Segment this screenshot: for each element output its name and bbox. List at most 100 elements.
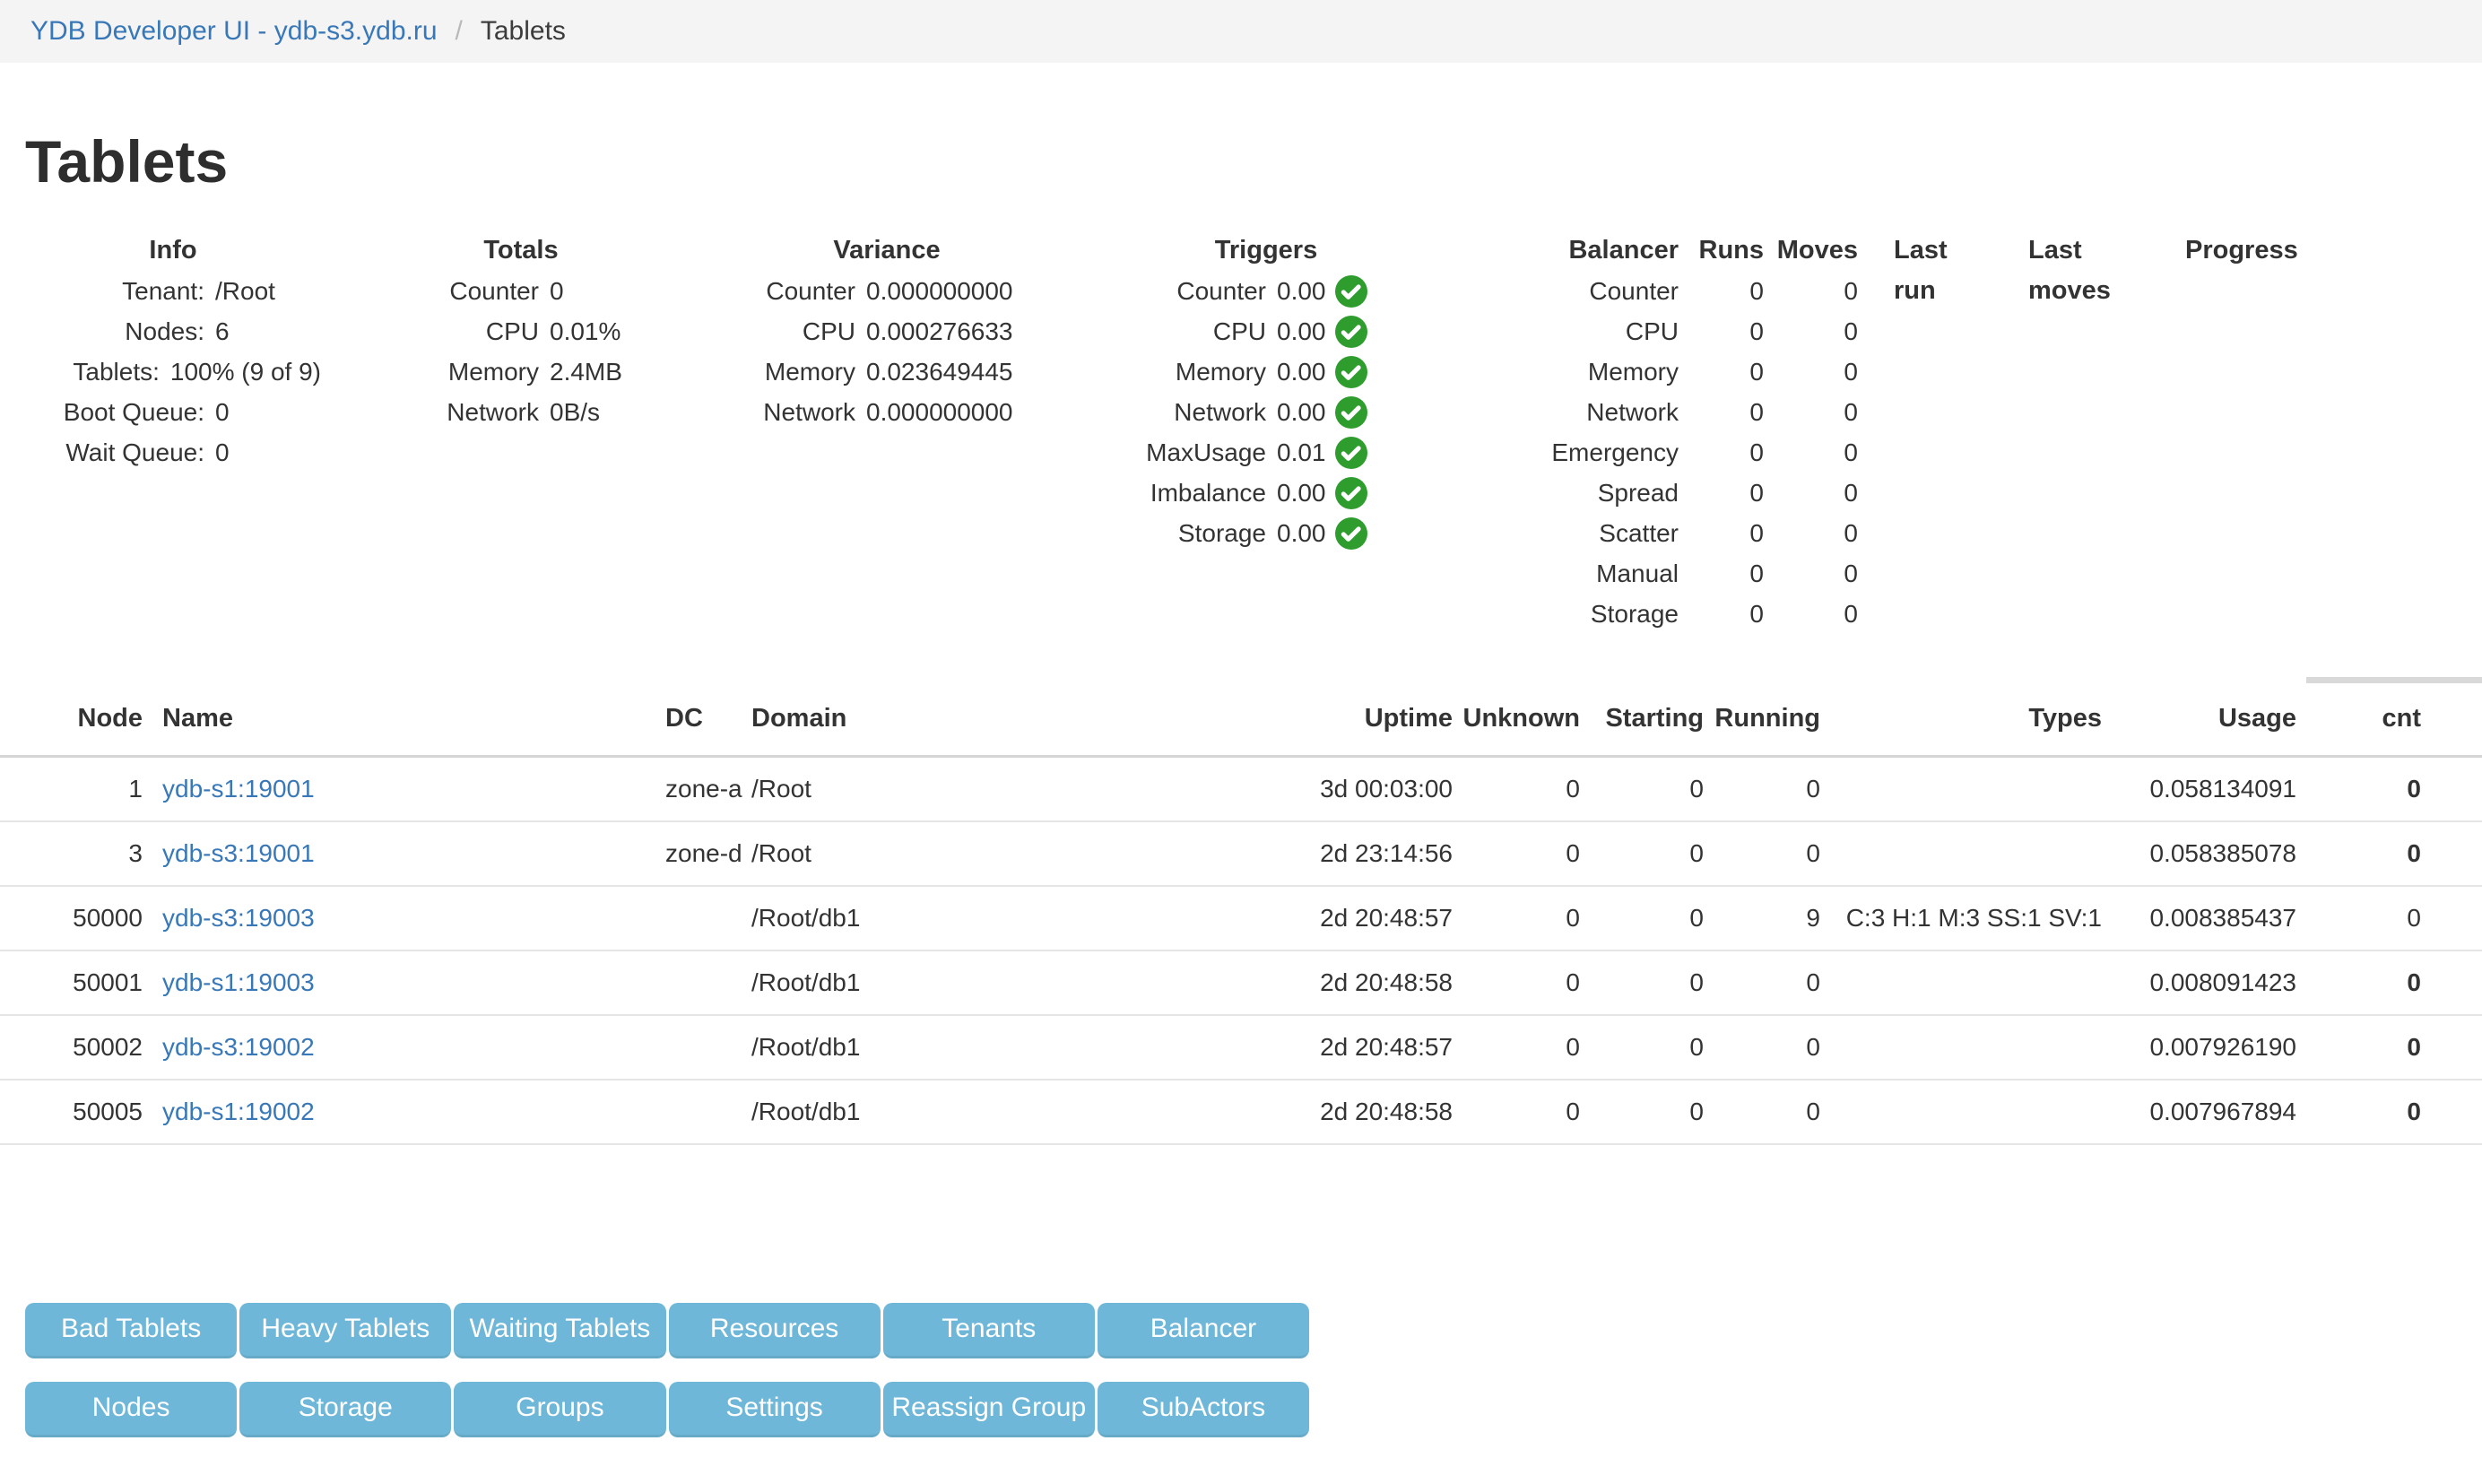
moves-col-header: Moves — [1764, 230, 1858, 271]
balancer-row-label: Storage — [1544, 594, 1679, 634]
name-cell: ydb-s1:19001 — [148, 756, 655, 821]
starting-cell: 0 — [1587, 756, 1704, 821]
balancer-row-label: Scatter — [1544, 513, 1679, 553]
balancer-row-lastmoves — [1992, 271, 2149, 311]
balancer-row-lastmoves — [1992, 513, 2149, 553]
totals-row: CPU 0.01% — [373, 311, 669, 351]
balancer-row-label: Manual — [1544, 553, 1679, 594]
name-cell: ydb-s1:19003 — [148, 950, 655, 1015]
tablet-node-link[interactable]: ydb-s3:19003 — [162, 904, 315, 932]
last-moves-col-header: Last moves — [1992, 230, 2149, 271]
tablet-node-link[interactable]: ydb-s3:19002 — [162, 1033, 315, 1061]
info-row-label: Tablets: — [25, 351, 160, 392]
node-cell: 50001 — [0, 950, 148, 1015]
tablet-node-link[interactable]: ydb-s1:19002 — [162, 1098, 315, 1125]
totals-row-value: 0 — [550, 271, 564, 311]
tablets-table: Node Name DC Domain Uptime Unknown Start… — [0, 690, 2482, 1145]
dc-cell — [655, 886, 744, 950]
balancer-panel-headers: Balancer Runs Moves Last run Last moves … — [1544, 230, 2275, 271]
trigger-row-value: 0.00 — [1277, 311, 1326, 351]
balancer-button[interactable]: Balancer — [1098, 1303, 1309, 1358]
balancer-row-label: Memory — [1544, 351, 1679, 392]
balancer-row-label: Spread — [1544, 473, 1679, 513]
balancer-row-progress — [2149, 351, 2275, 392]
info-row: Nodes: 6 — [25, 311, 321, 351]
balancer-row-runs: 0 — [1679, 553, 1764, 594]
nodes-button[interactable]: Nodes — [25, 1382, 237, 1437]
info-panel-header: Info — [25, 230, 321, 271]
starting-col-header: Starting — [1587, 690, 1704, 756]
balancer-row-progress — [2149, 553, 2275, 594]
table-row: 50001 ydb-s1:19003 /Root/db1 2d 20:48:58… — [0, 950, 2482, 1015]
subactors-button[interactable]: SubActors — [1098, 1382, 1309, 1437]
horizontal-scrollbar[interactable] — [2306, 677, 2482, 683]
settings-button[interactable]: Settings — [669, 1382, 881, 1437]
trigger-row-label: CPU — [1105, 311, 1266, 351]
trigger-row: Counter 0.00 — [1105, 271, 1428, 311]
variance-row-label: CPU — [721, 311, 855, 351]
unknown-cell: 0 — [1453, 821, 1587, 886]
groups-button[interactable]: Groups — [454, 1382, 665, 1437]
balancer-row-progress — [2149, 271, 2275, 311]
balancer-row: Counter 0 0 — [1544, 271, 2275, 311]
cnt-cell: 0 — [2300, 1080, 2421, 1144]
balancer-panel-rows: Counter 0 0 CPU 0 0 Memo — [1544, 271, 2275, 634]
reassign-group-button[interactable]: Reassign Group — [883, 1382, 1095, 1437]
info-row: Tenant: /Root — [25, 271, 321, 311]
dc-cell: zone-d — [655, 821, 744, 886]
balancer-panel: Balancer Runs Moves Last run Last moves … — [1544, 230, 2275, 634]
totals-row-value: 0B/s — [550, 392, 600, 432]
balancer-row: Scatter 0 0 — [1544, 513, 2275, 553]
node-cell: 50002 — [0, 1015, 148, 1080]
unknown-cell: 0 — [1453, 950, 1587, 1015]
dc-cell: zone-a — [655, 756, 744, 821]
name-cell: ydb-s3:19002 — [148, 1015, 655, 1080]
resources-button[interactable]: Resources — [669, 1303, 881, 1358]
types-col-header: Types — [1820, 690, 2116, 756]
tenants-button[interactable]: Tenants — [883, 1303, 1095, 1358]
dc-col-header: DC — [655, 690, 744, 756]
tablet-node-link[interactable]: ydb-s1:19003 — [162, 968, 315, 996]
node-cell: 3 — [0, 821, 148, 886]
waiting-tablets-button[interactable]: Waiting Tablets — [454, 1303, 665, 1358]
name-cell: ydb-s3:19003 — [148, 886, 655, 950]
cnt-cell: 0 — [2300, 950, 2421, 1015]
balancer-row: Emergency 0 0 — [1544, 432, 2275, 473]
balancer-row-runs: 0 — [1679, 271, 1764, 311]
balancer-row-moves: 0 — [1764, 311, 1858, 351]
trigger-row-label: Network — [1105, 392, 1266, 432]
running-cell: 9 — [1704, 886, 1820, 950]
variance-panel-rows: Counter 0.000000000 CPU 0.000276633 Memo… — [721, 271, 1053, 432]
info-row: Tablets: 100% (9 of 9) — [25, 351, 321, 392]
node-cell: 50005 — [0, 1080, 148, 1144]
totals-panel-header: Totals — [373, 230, 669, 271]
heavy-tablets-button[interactable]: Heavy Tablets — [239, 1303, 451, 1358]
trigger-row-label: Imbalance — [1105, 473, 1266, 513]
balancer-row-moves: 0 — [1764, 473, 1858, 513]
variance-panel: Variance Counter 0.000000000 CPU 0.00027… — [721, 230, 1053, 432]
balancer-row: CPU 0 0 — [1544, 311, 2275, 351]
totals-row-value: 2.4MB — [550, 351, 622, 392]
usage-cell: 0.008385437 — [2116, 886, 2300, 950]
trigger-row-value: 0.00 — [1277, 473, 1326, 513]
breadcrumb-root-link[interactable]: YDB Developer UI - ydb-s3.ydb.ru — [30, 13, 438, 50]
info-row-value: 100% (9 of 9) — [170, 351, 321, 392]
balancer-row-label: Emergency — [1544, 432, 1679, 473]
triggers-panel-header: Triggers — [1105, 230, 1428, 271]
totals-row: Network 0B/s — [373, 392, 669, 432]
dc-cell — [655, 950, 744, 1015]
balancer-row-lastrun — [1858, 351, 1992, 392]
usage-col-header: Usage — [2116, 690, 2300, 756]
totals-row-label: Network — [373, 392, 539, 432]
tablet-node-link[interactable]: ydb-s1:19001 — [162, 775, 315, 803]
balancer-row: Storage 0 0 — [1544, 594, 2275, 634]
balancer-row-progress — [2149, 311, 2275, 351]
balancer-row-runs: 0 — [1679, 311, 1764, 351]
bad-tablets-button[interactable]: Bad Tablets — [25, 1303, 237, 1358]
tablet-node-link[interactable]: ydb-s3:19001 — [162, 839, 315, 867]
running-cell: 0 — [1704, 1015, 1820, 1080]
balancer-row-lastrun — [1858, 553, 1992, 594]
storage-button[interactable]: Storage — [239, 1382, 451, 1437]
balancer-row-progress — [2149, 432, 2275, 473]
runs-col-header: Runs — [1679, 230, 1764, 271]
